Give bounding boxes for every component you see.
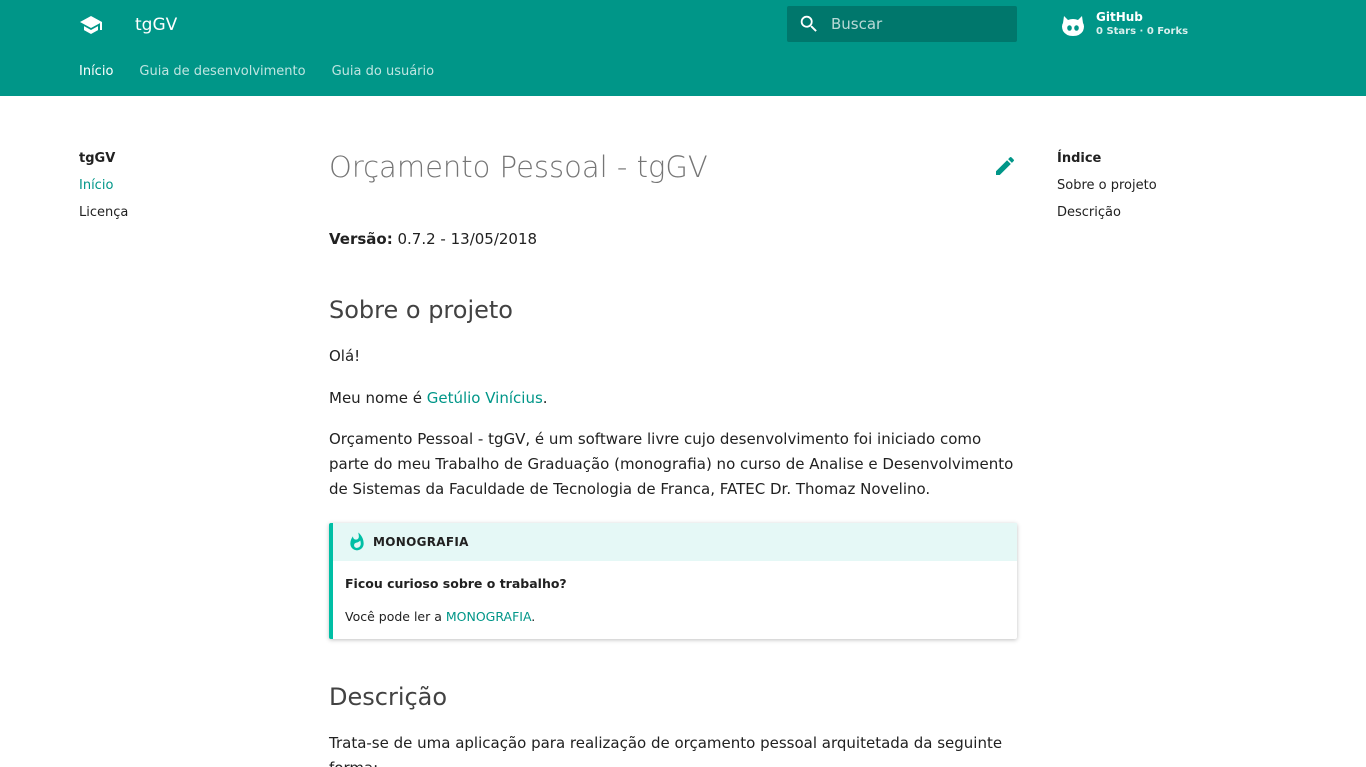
search-input[interactable] [831,6,1011,42]
greeting-text: Olá! [329,347,361,365]
github-icon [1060,12,1086,38]
search-icon [798,13,820,35]
sidebar-item-licenca[interactable]: Licença [79,204,279,231]
toc-item-sobre-o-projeto[interactable]: Sobre o projeto [1057,177,1277,204]
tab-inicio[interactable]: Início [79,62,113,82]
section-title-descricao: Descrição [329,683,448,711]
author-link[interactable]: Getúlio Vinícius [427,389,543,407]
header: tgGV GitHub 0 Stars · 0 Forks Início Gui… [0,0,1366,96]
version-line: Versão: 0.7.2 - 13/05/2018 [329,229,537,249]
nav-title: tgGV [79,151,116,166]
tabs: Início Guia de desenvolvimento Guia do u… [79,62,434,82]
version-value: 0.7.2 - 13/05/2018 [392,230,538,248]
description-paragraph: Trata-se de uma aplicação para realizaçã… [329,734,1003,767]
pencil-icon[interactable] [993,154,1017,178]
sidebar-item-inicio[interactable]: Início [79,177,279,204]
admonition-question: Ficou curioso sobre o trabalho? [345,576,567,591]
admonition-header: MONOGRAFIA [333,523,1017,561]
name-suffix: . [542,389,548,407]
flame-icon [347,532,367,552]
page-title: Orçamento Pessoal - tgGV [329,150,708,184]
sidebar-nav: tgGV Início Licença [79,150,279,231]
search-box[interactable] [787,6,1017,42]
table-of-contents: Índice Sobre o projeto Descrição [1057,150,1277,231]
admonition-text-prefix: Você pode ler a [345,609,446,624]
name-prefix: Meu nome é [329,389,427,407]
version-label: Versão: [329,230,393,248]
name-paragraph: Meu nome é Getúlio Vinícius. [329,386,1019,411]
toc-title: Índice [1057,151,1102,166]
tab-guia-de-desenvolvimento[interactable]: Guia de desenvolvimento [139,62,305,82]
site-title[interactable]: tgGV [135,14,177,36]
repo-facts: 0 Stars · 0 Forks [1096,26,1189,37]
monografia-link[interactable]: MONOGRAFIA [446,609,531,624]
toc-item-descricao[interactable]: Descrição [1057,204,1277,231]
admonition-text: Você pode ler a MONOGRAFIA. [345,608,535,626]
repo-name: GitHub [1096,10,1143,24]
section-title-sobre: Sobre o projeto [329,296,513,324]
admonition-monografia: MONOGRAFIA Ficou curioso sobre o trabalh… [329,523,1017,639]
admonition-title: MONOGRAFIA [373,535,469,549]
tab-guia-do-usuario[interactable]: Guia do usuário [332,62,435,82]
admonition-text-suffix: . [531,609,536,624]
intro-paragraph: Orçamento Pessoal - tgGV, é um software … [329,430,1014,498]
graduation-cap-icon[interactable] [79,13,103,37]
repo-link[interactable]: GitHub 0 Stars · 0 Forks [1060,10,1200,40]
